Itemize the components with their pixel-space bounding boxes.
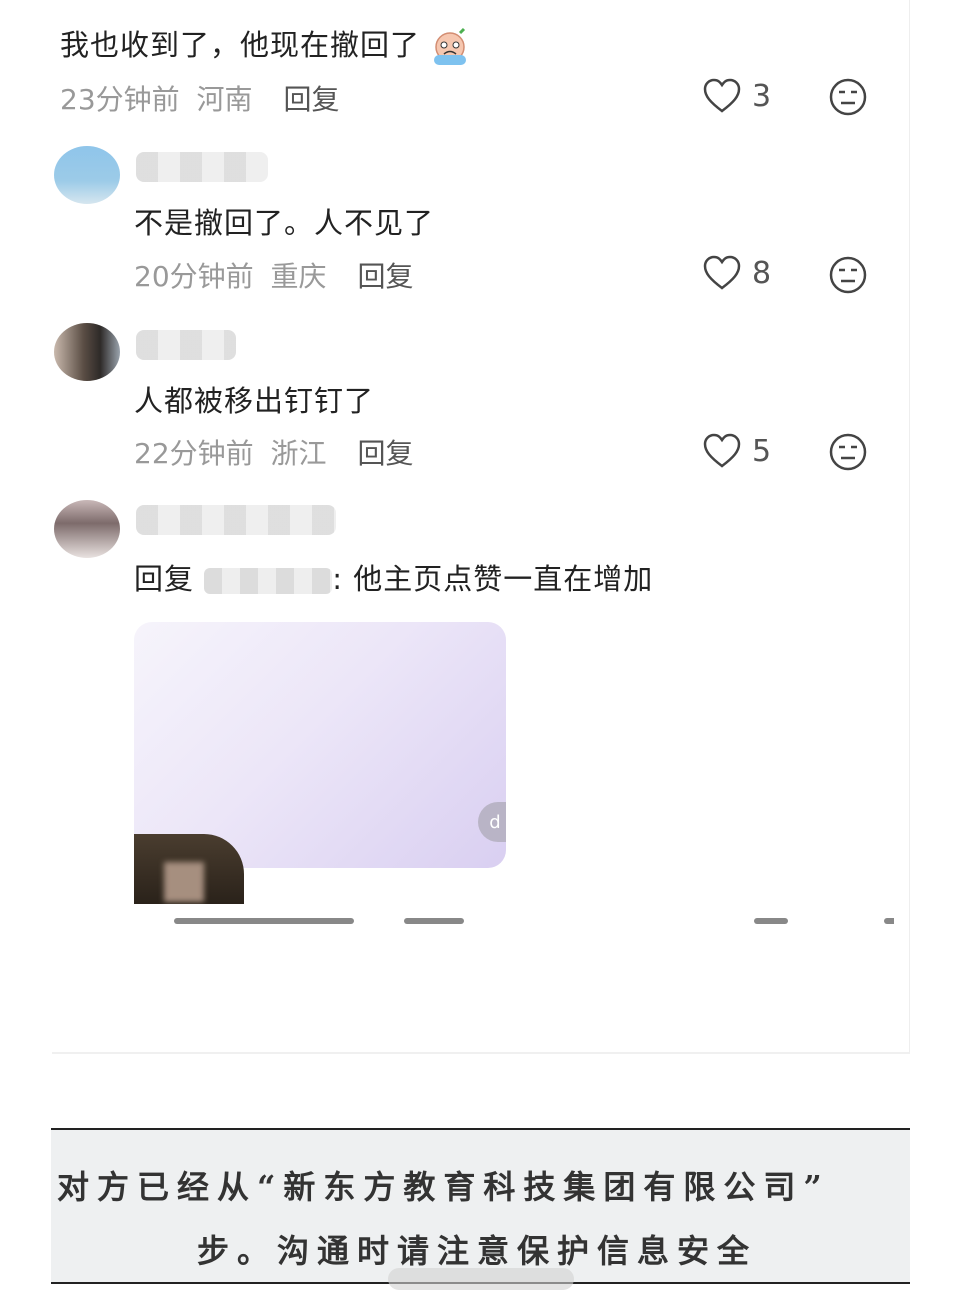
- meh-face-icon[interactable]: [828, 255, 868, 295]
- comment-4-thumbnail-image: [134, 834, 244, 904]
- blurred-face: [164, 862, 204, 902]
- meh-face-icon[interactable]: [828, 77, 868, 117]
- comment-3-time: 22分钟前: [134, 437, 254, 470]
- image-action-button[interactable]: d: [478, 802, 506, 842]
- comment-4-mention-blurred[interactable]: [204, 568, 333, 594]
- comment-3-avatar[interactable]: [54, 323, 120, 381]
- comment-1-reply-button[interactable]: 回复: [283, 83, 339, 116]
- comment-3-location: 浙江: [270, 437, 327, 470]
- comment-1-meta: 23分钟前 河南 回复: [60, 78, 339, 118]
- comment-2-time: 20分钟前: [134, 260, 254, 293]
- comment-1-time: 23分钟前: [60, 83, 180, 116]
- comment-2-avatar[interactable]: [54, 146, 120, 204]
- comment-4-username[interactable]: [136, 505, 336, 535]
- comment-3-like-button[interactable]: 5: [702, 433, 771, 469]
- comment-4-text-suffix: : 他主页点赞一直在增加: [332, 562, 654, 596]
- comment-panel: 我也收到了，他现在撤回了 23分钟前 河南 回复 3 不是撤回了。人不见了 20…: [52, 0, 910, 1054]
- comment-1-text: 我也收到了，他现在撤回了: [60, 22, 470, 67]
- comment-4-avatar[interactable]: [54, 500, 120, 558]
- comment-2-location: 重庆: [270, 260, 327, 293]
- comment-3-reply-button[interactable]: 回复: [357, 437, 413, 470]
- comment-1-like-count: 3: [752, 78, 772, 114]
- comment-2-like-count: 8: [752, 255, 772, 291]
- comment-4-attached-image[interactable]: d: [134, 622, 506, 868]
- comment-2-meta: 20分钟前 重庆 回复: [134, 255, 413, 295]
- comment-3-meta: 22分钟前 浙江 回复: [134, 432, 413, 472]
- comment-3-username[interactable]: [136, 330, 236, 360]
- comment-2-like-button[interactable]: 8: [702, 255, 771, 291]
- system-notice-banner: 对方已经从“新东方教育科技集团有限公司” 步。沟通时请注意保护信息安全: [51, 1128, 910, 1284]
- comment-1-like-button[interactable]: 3: [702, 78, 771, 114]
- comment-2-text: 不是撤回了。人不见了: [134, 206, 435, 240]
- comment-3-like-count: 5: [752, 433, 772, 469]
- crying-face-emoji: [430, 27, 470, 67]
- comment-2-reply-button[interactable]: 回复: [357, 260, 413, 293]
- meh-face-icon[interactable]: [828, 432, 868, 472]
- notice-line-2: 步。沟通时请注意保护信息安全: [197, 1232, 758, 1270]
- comment-1-location: 河南: [196, 83, 253, 116]
- comment-2-username[interactable]: [136, 152, 268, 182]
- heart-outline-icon: [703, 78, 741, 113]
- heart-outline-icon: [703, 255, 741, 290]
- watermark: [388, 1268, 574, 1290]
- comment-4-reply-prefix: 回复: [134, 562, 195, 596]
- comment-4-meta-cut-off: [134, 910, 894, 924]
- comment-4-text: 回复 : 他主页点赞一直在增加: [134, 556, 653, 598]
- heart-outline-icon: [703, 433, 741, 468]
- notice-line-1: 对方已经从“新东方教育科技集团有限公司”: [57, 1168, 830, 1206]
- comment-3-text: 人都被移出钉钉了: [134, 384, 375, 418]
